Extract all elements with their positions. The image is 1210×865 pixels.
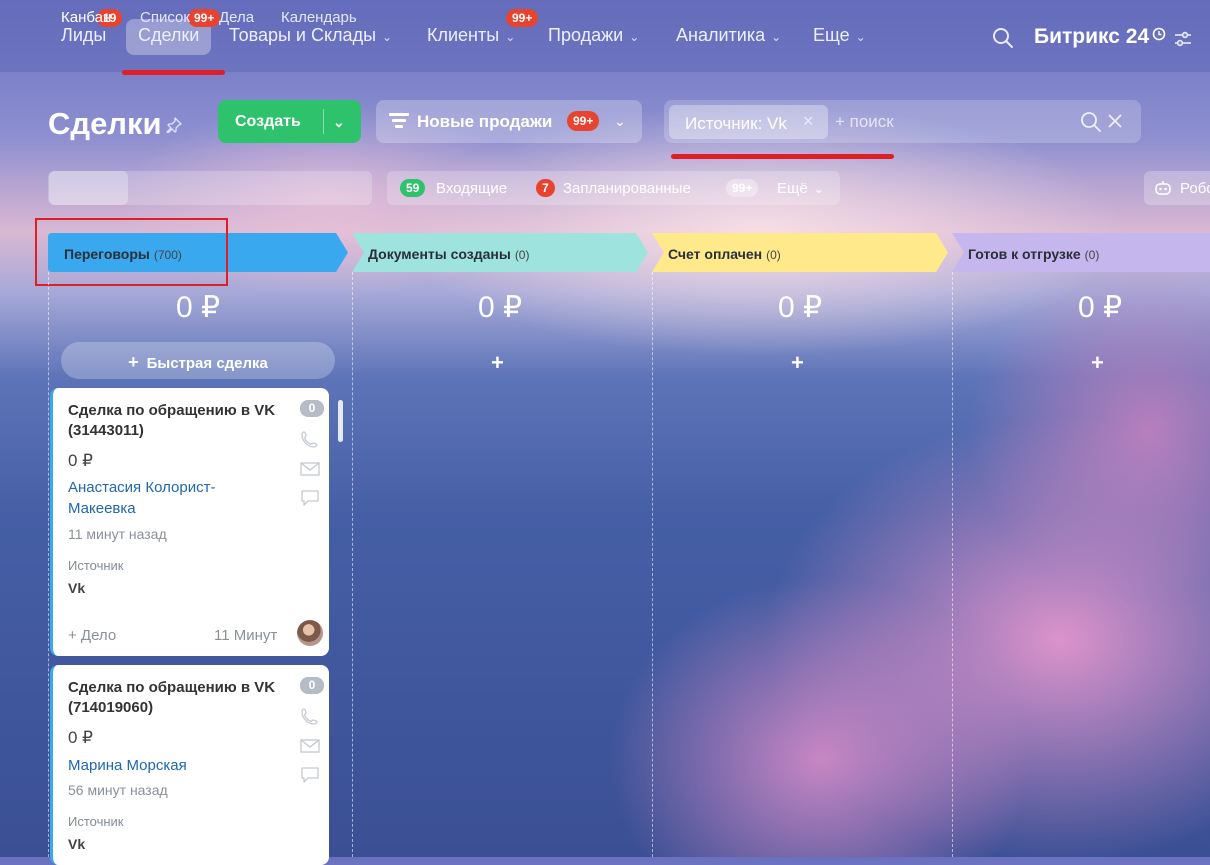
nav-item-products[interactable]: Товары и Склады ⌄ (229, 25, 392, 46)
field-value-source: Vk (68, 836, 86, 852)
stage-header-ready-to-ship[interactable]: Готов к отгрузке (0) (952, 233, 1210, 272)
funnel-icon (389, 113, 409, 128)
funnel-selector[interactable]: Новые продажи 99+ ⌄ (376, 100, 642, 143)
page-title: Сделки (48, 106, 162, 141)
activity-counter-badge: 0 (300, 400, 324, 417)
incoming-count-badge: 59 (400, 179, 426, 197)
deal-amount: 0 ₽ (68, 728, 93, 747)
chevron-down-icon: ⌄ (382, 30, 393, 44)
add-deal-plus-icon[interactable]: + (491, 350, 504, 376)
last-activity-time: 11 Минут (214, 627, 278, 644)
robot-icon (1155, 181, 1171, 195)
deal-created-time: 56 минут назад (68, 782, 168, 798)
annotation-underline-deals (122, 70, 225, 75)
create-button[interactable]: Создать ⌄ (218, 100, 361, 143)
quick-deal-button[interactable]: + Быстрая сделка (61, 342, 335, 379)
counter-planned[interactable]: Запланированные (563, 180, 691, 197)
tab-list[interactable]: Список (140, 9, 190, 26)
settings-sliders-icon[interactable] (1174, 31, 1192, 47)
nav-item-more[interactable]: Еще ⌄ (813, 25, 866, 46)
column-total: 0 ₽ (477, 291, 523, 324)
nav-item-deals[interactable]: Сделки (138, 25, 199, 46)
bitrix24-logo[interactable]: Битрикс 24 (1034, 25, 1149, 49)
add-deal-plus-icon[interactable]: + (1091, 350, 1104, 376)
avatar[interactable] (297, 620, 323, 646)
contact-link[interactable]: Анастасия Колорист-Макеевка (68, 477, 278, 519)
chevron-down-icon: ⌄ (629, 30, 640, 44)
column-divider (48, 272, 49, 857)
stage-header-documents[interactable]: Документы созданы (0) (352, 233, 648, 272)
clock-icon (1152, 27, 1166, 41)
column-divider (652, 272, 653, 857)
funnel-count-badge: 99+ (567, 111, 600, 131)
close-icon[interactable]: × (803, 111, 814, 132)
robots-button[interactable]: Робо (1144, 171, 1210, 205)
annotation-highlight-box (35, 218, 228, 286)
nav-item-clients[interactable]: Клиенты ⌄ (427, 25, 515, 46)
button-separator (323, 109, 324, 134)
nav-badge-deals: 99+ (188, 9, 221, 27)
stage-header-invoice-paid[interactable]: Счет оплачен (0) (652, 233, 948, 272)
chevron-down-icon: ⌄ (614, 113, 626, 129)
chevron-down-icon: ⌄ (855, 30, 866, 44)
chat-icon[interactable] (299, 489, 321, 507)
chevron-down-icon: ⌄ (771, 30, 782, 44)
nav-badge-clients: 99+ (506, 9, 539, 27)
tab-calendar[interactable]: Календарь (281, 9, 357, 26)
deal-title[interactable]: Сделка по обращению в VK (31443011) (68, 401, 288, 441)
phone-icon[interactable] (299, 707, 321, 725)
search-icon[interactable] (1080, 111, 1102, 133)
plus-icon: + (128, 352, 139, 372)
planned-count-badge: 7 (536, 179, 555, 197)
search-icon[interactable] (992, 27, 1014, 49)
phone-icon[interactable] (299, 430, 321, 448)
search-input[interactable]: + поиск (835, 112, 894, 132)
chevron-down-icon[interactable]: ⌄ (333, 114, 345, 131)
activity-counter-badge: 0 (300, 677, 324, 694)
counter-incoming[interactable]: Входящие (436, 180, 507, 197)
deal-created-time: 11 минут назад (68, 526, 167, 542)
mail-icon[interactable] (299, 737, 321, 755)
field-label-source: Источник (68, 814, 124, 829)
field-label-source: Источник (68, 558, 124, 573)
view-active-highlight (49, 171, 128, 205)
add-activity-link[interactable]: + Дело (68, 627, 116, 644)
filter-tag-source[interactable]: Источник: Vk × (669, 105, 828, 139)
clear-icon[interactable] (1107, 113, 1123, 129)
tab-kanban[interactable]: Канбан (61, 9, 111, 26)
nav-item-analytics[interactable]: Аналитика ⌄ (676, 25, 781, 46)
chevron-down-icon: ⌄ (813, 182, 824, 196)
contact-link[interactable]: Марина Морская (68, 755, 278, 776)
nav-item-sales[interactable]: Продажи ⌄ (548, 25, 639, 46)
pin-icon[interactable] (166, 117, 182, 133)
tab-activities[interactable]: Дела (219, 9, 254, 26)
deal-title[interactable]: Сделка по обращению в VK (714019060) (68, 678, 288, 718)
mail-icon[interactable] (299, 460, 321, 478)
column-total: 0 ₽ (175, 291, 221, 324)
deal-card[interactable]: Сделка по обращению в VK (31443011) 0 0 … (50, 388, 329, 656)
counter-more[interactable]: Ещё ⌄ (777, 180, 824, 197)
column-total: 0 ₽ (1077, 291, 1123, 324)
deal-card[interactable]: Сделка по обращению в VK (714019060) 0 0… (50, 665, 329, 865)
column-total: 0 ₽ (777, 291, 823, 324)
chat-icon[interactable] (299, 766, 321, 784)
more-count-badge: 99+ (726, 179, 759, 197)
column-divider (352, 272, 353, 857)
column-scrollbar[interactable] (338, 400, 343, 442)
annotation-underline-filter (671, 154, 894, 159)
field-value-source: Vk (68, 580, 86, 596)
add-deal-plus-icon[interactable]: + (791, 350, 804, 376)
chevron-down-icon: ⌄ (505, 30, 516, 44)
nav-item-leads[interactable]: Лиды (61, 25, 106, 46)
column-divider (952, 272, 953, 857)
deal-amount: 0 ₽ (68, 451, 93, 470)
